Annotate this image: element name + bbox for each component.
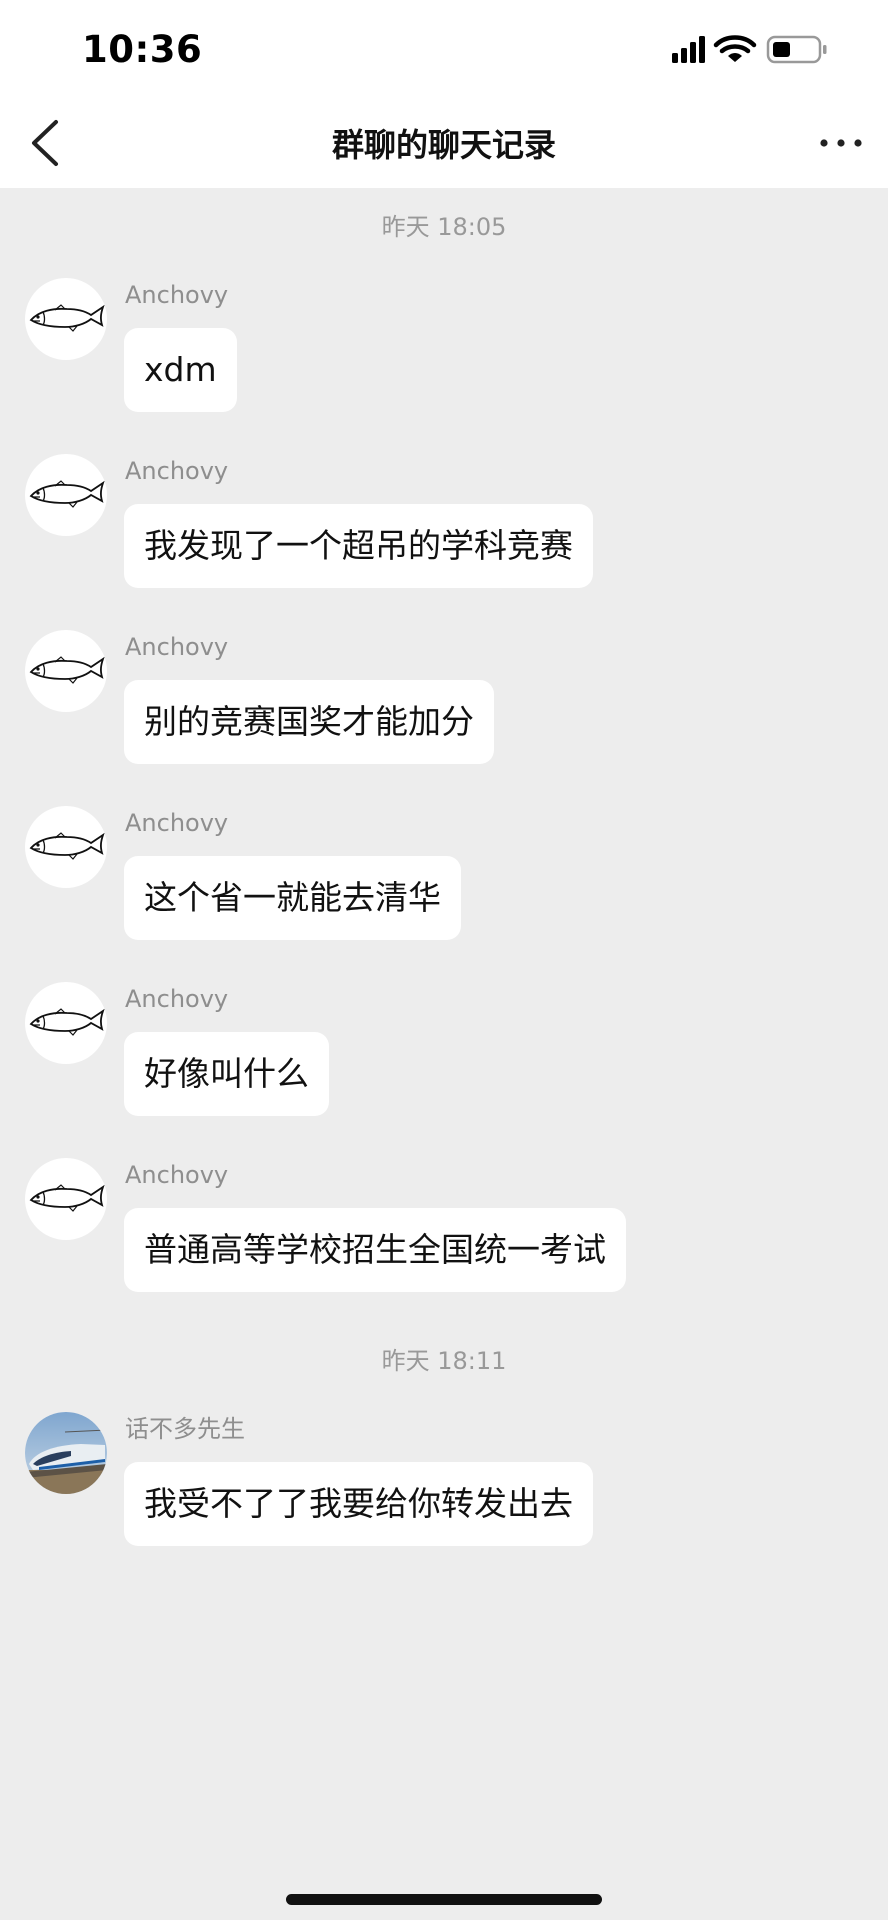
message-bubble[interactable]: 普通高等学校招生全国统一考试	[124, 1208, 626, 1292]
message-bubble[interactable]: xdm	[124, 328, 237, 412]
train-photo	[25, 1412, 107, 1494]
avatar[interactable]	[25, 982, 107, 1064]
sender-name: Anchovy	[125, 457, 229, 485]
fish-icon	[25, 454, 107, 536]
timestamp-divider: 昨天 18:11	[381, 1347, 507, 1375]
timestamp-divider: 昨天 18:05	[381, 213, 507, 241]
message-bubble[interactable]: 我受不了了我要给你转发出去	[124, 1462, 593, 1546]
page-title: 群聊的聊天记录	[331, 126, 556, 164]
avatar[interactable]	[25, 1158, 107, 1240]
message-bubble[interactable]: 好像叫什么	[124, 1032, 329, 1116]
fish-icon	[25, 982, 107, 1064]
more-button[interactable]	[818, 126, 864, 160]
message-bubble[interactable]: 别的竞赛国奖才能加分	[124, 680, 494, 764]
message-bubble[interactable]: 这个省一就能去清华	[124, 856, 461, 940]
fish-icon	[25, 630, 107, 712]
sender-name: Anchovy	[125, 985, 229, 1013]
fish-icon	[25, 1158, 107, 1240]
sender-name: 话不多先生	[125, 1415, 245, 1443]
home-indicator[interactable]	[286, 1894, 602, 1905]
avatar[interactable]	[25, 278, 107, 360]
wifi-icon	[713, 35, 757, 62]
avatar[interactable]	[25, 630, 107, 712]
sender-name: Anchovy	[125, 809, 229, 837]
fish-icon	[25, 278, 107, 360]
status-icons	[672, 35, 827, 64]
signal-icon	[672, 36, 705, 63]
sender-name: Anchovy	[125, 281, 229, 309]
fish-icon	[25, 806, 107, 888]
sender-name: Anchovy	[125, 633, 229, 661]
avatar[interactable]	[25, 1412, 107, 1494]
message-bubble[interactable]: 我发现了一个超吊的学科竞赛	[124, 504, 593, 588]
battery-icon	[766, 35, 827, 64]
avatar[interactable]	[25, 806, 107, 888]
avatar[interactable]	[25, 454, 107, 536]
top-bar: 10:36 群聊的聊天记录	[0, 0, 888, 188]
status-time: 10:36	[82, 28, 203, 71]
sender-name: Anchovy	[125, 1161, 229, 1189]
